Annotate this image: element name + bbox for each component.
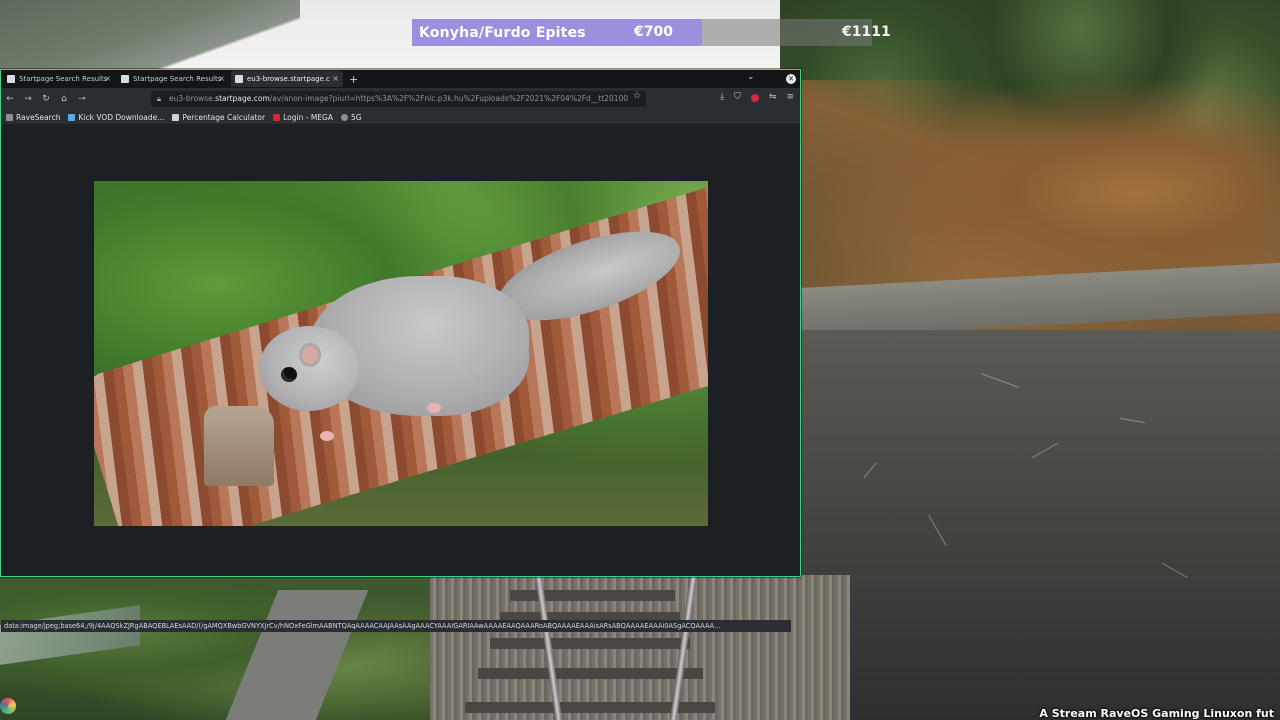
bookmark-5g[interactable]: 5G <box>340 112 362 122</box>
bookmark-label: 5G <box>350 112 362 122</box>
tab-label: Startpage Search Results <box>19 75 108 83</box>
screen: Konyha/Furdo Epites €700 €1111 Startpage… <box>0 0 1280 720</box>
photo-paw <box>320 431 334 441</box>
toolbar-icons: ⤓ ⛉ ⇋ ≡ <box>720 92 794 102</box>
tab-bar: Startpage Search Results × Startpage Sea… <box>1 70 800 88</box>
bookmarks-bar: RaveSearch Kick VOD Downloade... Percent… <box>1 110 800 125</box>
scene-mountain <box>0 0 300 70</box>
home-icon[interactable]: ⌂ <box>55 94 73 104</box>
reload-icon[interactable]: ↻ <box>37 94 55 104</box>
donation-goal-amount: €1111 <box>842 24 891 40</box>
photo-eye <box>281 367 297 382</box>
startpage-icon <box>235 75 243 83</box>
scene-sleeper <box>490 638 690 649</box>
mega-icon <box>273 113 281 121</box>
nav-bar: ← → ↻ ⌂ ⊸ 🔒︎ eu3-browse.startpage.com/av… <box>1 88 800 110</box>
scene-sleeper <box>510 590 675 601</box>
photo-stump <box>204 406 274 486</box>
calculator-icon <box>172 113 180 121</box>
tab-startpage-1[interactable]: Startpage Search Results × <box>3 71 115 87</box>
tab-label: eu3-browse.startpage.c <box>247 75 330 83</box>
lock-icon: 🔒︎ <box>157 94 161 103</box>
new-tab-button[interactable]: + <box>349 73 358 86</box>
url-domain: startpage.com <box>215 94 270 103</box>
status-bar: data:image/jpeg;base64,/9j/4AAQSkZJRgABA… <box>1 620 791 632</box>
record-icon[interactable] <box>750 94 759 102</box>
bookmark-label: Login - MEGA <box>283 112 333 122</box>
bookmark-kick-vod[interactable]: Kick VOD Downloade... <box>68 113 164 122</box>
tab-eu3-browse[interactable]: eu3-browse.startpage.c × <box>231 71 343 87</box>
photo-head <box>259 326 359 411</box>
url-prefix: eu3-browse. <box>169 94 216 103</box>
bookmark-ravesearch[interactable]: RaveSearch <box>6 113 60 122</box>
ravesearch-icon <box>6 113 13 121</box>
stream-caption: A Stream RaveOS Gaming Linuxon fut <box>1039 707 1274 720</box>
address-bar[interactable]: 🔒︎ eu3-browse.startpage.com/av/anon-imag… <box>151 91 646 107</box>
bookmark-label: Kick VOD Downloade... <box>78 112 165 122</box>
close-icon[interactable]: × <box>218 71 225 87</box>
photo-ear <box>299 343 321 367</box>
download-icon[interactable]: ⤓ <box>720 92 724 102</box>
bookmark-label: RaveSearch <box>16 112 61 122</box>
app-logo-icon <box>0 698 16 714</box>
shield-icon[interactable]: ⛉ <box>734 92 741 102</box>
scene-sleeper <box>478 668 703 679</box>
bookmark-star-icon[interactable]: ☆ <box>633 91 641 101</box>
chevron-down-icon[interactable]: ⌄ <box>747 72 755 82</box>
donation-title: Konyha/Furdo Epites <box>419 24 586 41</box>
bookmark-mega[interactable]: Login - MEGA <box>273 113 333 122</box>
extension-icon[interactable]: ⊸ <box>73 94 91 104</box>
donation-goal-bar: Konyha/Furdo Epites €700 €1111 <box>412 19 891 46</box>
donation-current-amount: €700 <box>634 24 673 40</box>
tab-startpage-2[interactable]: Startpage Search Results × <box>117 71 229 87</box>
scene-wall <box>800 330 1280 720</box>
bookmark-percentage-calculator[interactable]: Percentage Calculator <box>172 113 265 122</box>
close-icon[interactable]: × <box>332 71 339 87</box>
startpage-icon <box>7 75 15 83</box>
globe-icon <box>340 113 348 121</box>
dormouse-photo[interactable] <box>94 181 708 526</box>
photo-paw <box>427 403 441 413</box>
url-path: /av/anon-image?piurl=https%3A%2F%2Fnlc.p… <box>269 94 629 103</box>
extensions-icon[interactable]: ⇋ <box>769 92 777 102</box>
tab-label: Startpage Search Results <box>133 75 222 83</box>
close-icon[interactable]: × <box>104 71 111 87</box>
kick-icon <box>68 113 76 121</box>
window-close-button[interactable]: ✕ <box>786 74 796 84</box>
forward-icon[interactable]: → <box>19 94 37 104</box>
browser-window: Startpage Search Results × Startpage Sea… <box>0 69 801 632</box>
back-icon[interactable]: ← <box>1 94 19 104</box>
startpage-icon <box>121 75 129 83</box>
page-content: data:image/jpeg;base64,/9j/4AAQSkZJRgABA… <box>1 126 800 632</box>
menu-icon[interactable]: ≡ <box>786 92 794 102</box>
bookmark-label: Percentage Calculator <box>182 112 266 122</box>
